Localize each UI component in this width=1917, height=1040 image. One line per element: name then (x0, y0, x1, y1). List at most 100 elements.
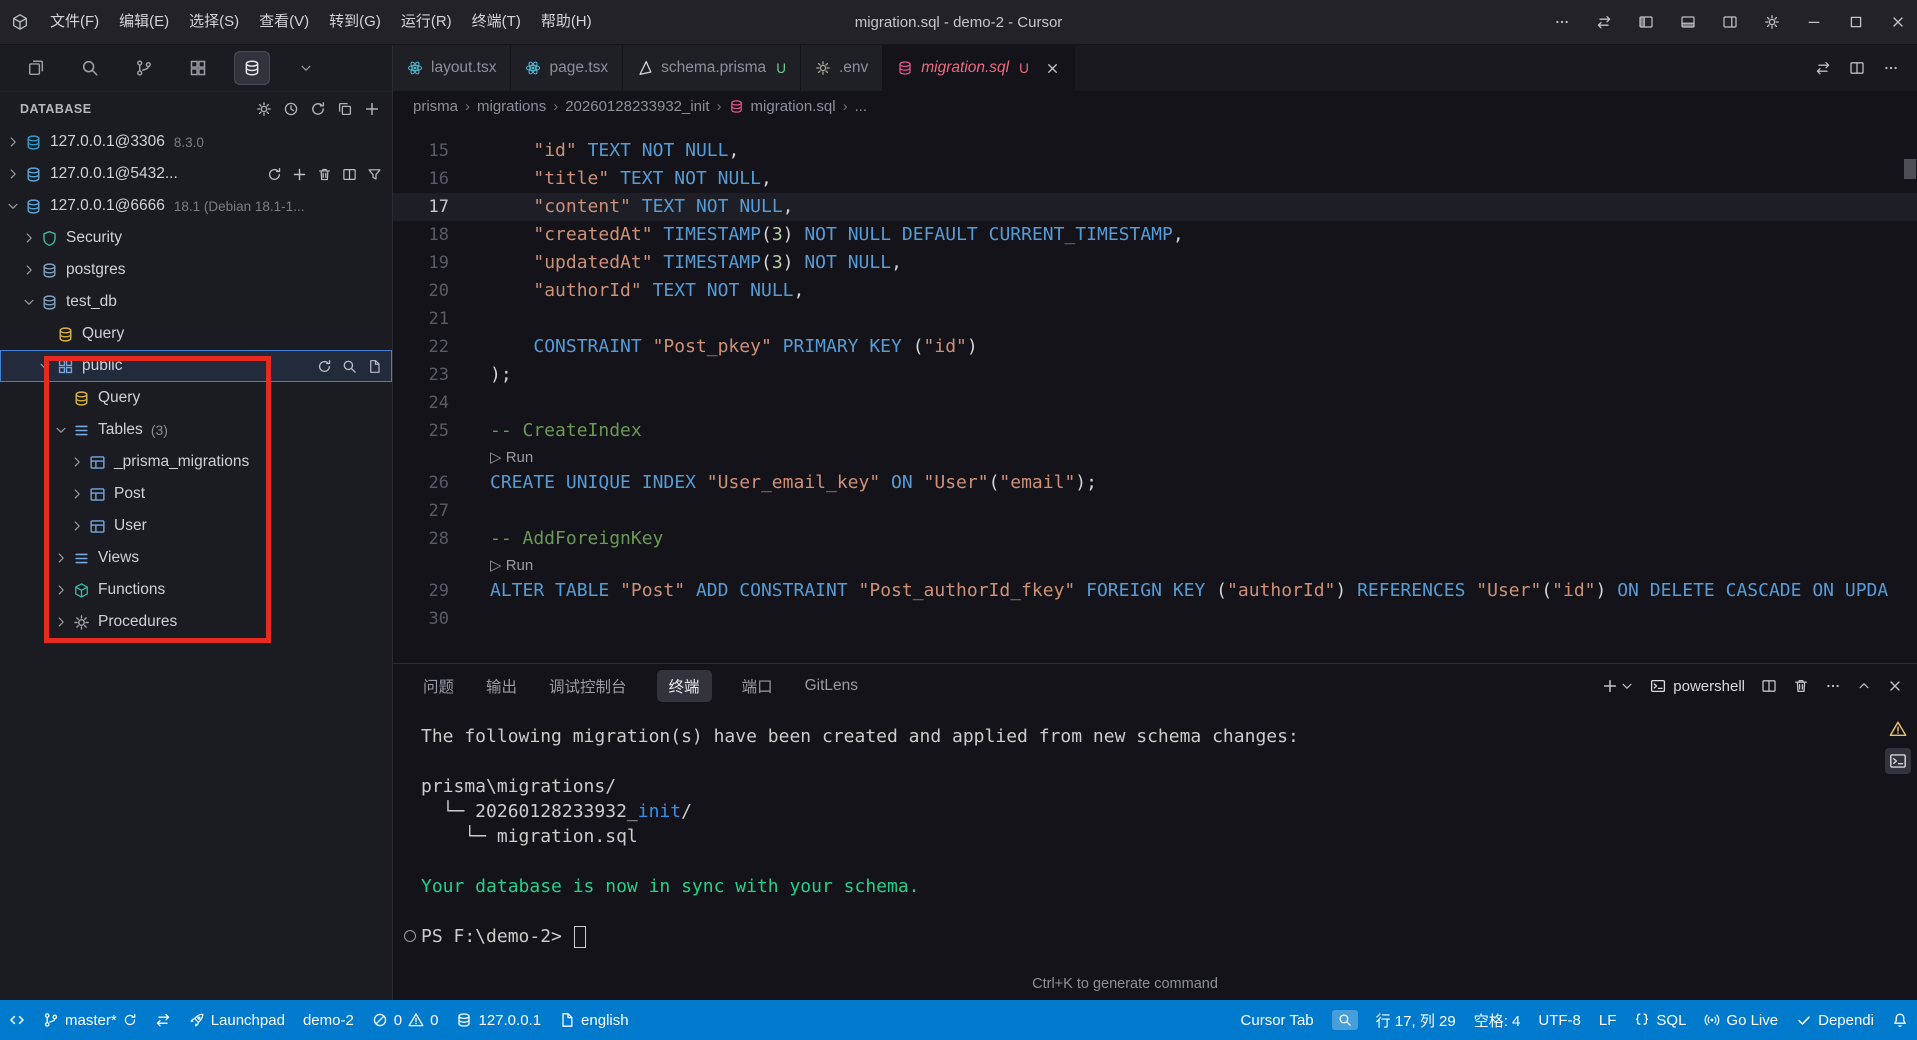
tab-layout-tsx[interactable]: layout.tsx (393, 45, 511, 91)
toggle-panel-icon[interactable] (1669, 0, 1707, 44)
code-line[interactable]: 23); (393, 361, 1917, 389)
tree-item-security[interactable]: Security (0, 222, 392, 254)
close-tab-icon[interactable] (1045, 61, 1060, 76)
chevron-right-icon[interactable] (22, 231, 36, 245)
panel-tab-debug-console[interactable]: 调试控制台 (547, 670, 629, 702)
more-views-chevron-icon[interactable] (288, 51, 324, 85)
tree-item-views[interactable]: Views (0, 542, 392, 574)
terminal-output[interactable]: The following migration(s) have been cre… (393, 708, 1917, 1000)
panel-tab-problems[interactable]: 问题 (421, 670, 456, 702)
filter-icon[interactable] (367, 167, 382, 182)
git-branch-item[interactable]: master* (34, 1000, 146, 1040)
code-line[interactable]: 20 "authorId" TEXT NOT NULL, (393, 277, 1917, 305)
chevron-right-icon[interactable] (70, 455, 84, 469)
tab-migration-sql[interactable]: migration.sql U (883, 45, 1075, 91)
eol-setting[interactable]: LF (1590, 1000, 1626, 1040)
code-line[interactable]: 16 "title" TEXT NOT NULL, (393, 165, 1917, 193)
chevron-right-icon[interactable] (70, 519, 84, 533)
search-icon[interactable] (342, 359, 357, 374)
code-line[interactable]: 25-- CreateIndex (393, 417, 1917, 445)
refresh-icon[interactable] (267, 167, 282, 182)
shell-selector[interactable]: powershell (1650, 678, 1745, 695)
tree-item-user-table[interactable]: User (0, 510, 392, 542)
chevron-right-icon[interactable] (6, 135, 20, 149)
menu-selection[interactable]: 选择(S) (179, 0, 249, 44)
code-line[interactable]: 29ALTER TABLE "Post" ADD CONSTRAINT "Pos… (393, 577, 1917, 605)
code-line[interactable]: 24 (393, 389, 1917, 417)
more-actions-icon[interactable] (1883, 60, 1899, 76)
tree-item-query[interactable]: Query (0, 382, 392, 414)
refresh-icon[interactable] (310, 101, 326, 117)
new-file-icon[interactable] (367, 359, 382, 374)
notifications-item[interactable] (1883, 1000, 1917, 1040)
panel-tab-ports[interactable]: 端口 (740, 670, 775, 702)
add-icon[interactable] (292, 167, 307, 182)
code-line[interactable]: 17 "content" TEXT NOT NULL, (393, 193, 1917, 221)
problems-item[interactable]: 0 0 (363, 1000, 448, 1040)
run-codelens[interactable]: ▷ Run (490, 557, 533, 574)
settings-gear-icon[interactable] (1753, 0, 1791, 44)
tree-item-connection-6666[interactable]: 127.0.0.1@6666 18.1 (Debian 18.1-1... (0, 190, 392, 222)
new-terminal-button[interactable] (1602, 678, 1634, 694)
code-line[interactable]: 26CREATE UNIQUE INDEX "User_email_key" O… (393, 469, 1917, 497)
maximize-panel-chevron-icon[interactable] (1857, 679, 1871, 693)
more-actions-icon[interactable] (1825, 678, 1841, 694)
history-icon[interactable] (283, 101, 299, 117)
tree-item-postgres-db[interactable]: postgres (0, 254, 392, 286)
code-line[interactable]: 18 "createdAt" TIMESTAMP(3) NOT NULL DEF… (393, 221, 1917, 249)
chevron-down-icon[interactable] (38, 359, 52, 373)
breadcrumb-item[interactable]: 20260128233932_init (565, 98, 709, 115)
run-codelens[interactable]: ▷ Run (490, 449, 533, 466)
warning-icon[interactable] (1889, 720, 1907, 738)
code-line[interactable]: 30 (393, 605, 1917, 633)
chevron-right-icon[interactable] (70, 487, 84, 501)
chevron-down-icon[interactable] (6, 199, 20, 213)
code-line[interactable]: 19 "updatedAt" TIMESTAMP(3) NOT NULL, (393, 249, 1917, 277)
chevron-right-icon[interactable] (6, 167, 20, 181)
encoding-setting[interactable]: UTF-8 (1529, 1000, 1590, 1040)
tab-schema-prisma[interactable]: schema.prisma U (623, 45, 801, 91)
chevron-down-icon[interactable] (22, 295, 36, 309)
tree-item-functions[interactable]: Functions (0, 574, 392, 606)
extensions-icon[interactable] (180, 51, 216, 85)
tree-item-post-table[interactable]: Post (0, 478, 392, 510)
collapse-all-icon[interactable] (337, 101, 353, 117)
breadcrumb-item[interactable]: migrations (477, 98, 546, 115)
panel-tab-terminal[interactable]: 终端 (657, 670, 712, 702)
code-line[interactable]: 27 (393, 497, 1917, 525)
add-connection-icon[interactable] (364, 101, 380, 117)
cursor-tab-toggle[interactable]: Cursor Tab (1232, 1000, 1323, 1040)
kill-terminal-icon[interactable] (1793, 678, 1809, 694)
maximize-button[interactable] (1837, 0, 1875, 44)
database-host-item[interactable]: 127.0.0.1 (447, 1000, 550, 1040)
menu-file[interactable]: 文件(F) (40, 0, 109, 44)
search-icon[interactable] (72, 51, 108, 85)
code-editor[interactable]: 15 "id" TEXT NOT NULL,16 "title" TEXT NO… (393, 121, 1917, 663)
spellcheck-language-item[interactable]: english (550, 1000, 638, 1040)
split-editor-icon[interactable] (1849, 60, 1865, 76)
menu-run[interactable]: 运行(R) (391, 0, 462, 44)
minimize-button[interactable] (1795, 0, 1833, 44)
tab-page-tsx[interactable]: page.tsx (511, 45, 623, 91)
tree-item-prisma-migrations-table[interactable]: _prisma_migrations (0, 446, 392, 478)
launchpad-item[interactable]: Launchpad (180, 1000, 294, 1040)
project-name[interactable]: demo-2 (294, 1000, 363, 1040)
command-decoration-icon[interactable] (404, 930, 416, 942)
go-live-item[interactable]: Go Live (1695, 1000, 1787, 1040)
code-line[interactable]: 28-- AddForeignKey (393, 525, 1917, 553)
refresh-icon[interactable] (317, 359, 332, 374)
tab-env[interactable]: .env (801, 45, 883, 91)
powershell-terminal-item[interactable] (1885, 748, 1911, 774)
source-control-icon[interactable] (126, 51, 162, 85)
tree-item-procedures[interactable]: Procedures (0, 606, 392, 638)
tree-item-public-schema[interactable]: public (0, 350, 392, 382)
more-actions-icon[interactable] (1543, 0, 1581, 44)
close-button[interactable] (1879, 0, 1917, 44)
indentation-setting[interactable]: 空格: 4 (1465, 1000, 1530, 1040)
chevron-right-icon[interactable] (54, 615, 68, 629)
chevron-right-icon[interactable] (54, 551, 68, 565)
tree-item-query[interactable]: Query (0, 318, 392, 350)
settings-gear-icon[interactable] (256, 101, 272, 117)
menu-help[interactable]: 帮助(H) (531, 0, 602, 44)
zoom-item[interactable] (1323, 1000, 1367, 1040)
